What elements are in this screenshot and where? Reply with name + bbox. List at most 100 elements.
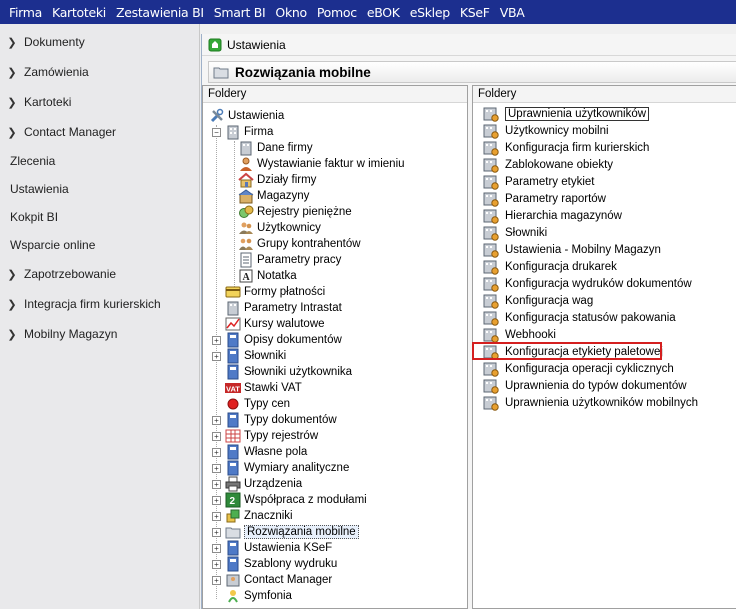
expand-icon[interactable]: + [212, 335, 221, 345]
expand-icon[interactable]: + [212, 415, 221, 425]
sidebar-item-kartoteki[interactable]: ❯ Kartoteki [0, 92, 200, 112]
list-item[interactable]: Konfiguracja drukarek [483, 259, 617, 275]
settings-folder-icon [483, 209, 499, 224]
tree-node-notatka[interactable]: A Notatka [238, 268, 297, 284]
list-item[interactable]: Słowniki [483, 225, 547, 241]
list-item[interactable]: Użytkownicy mobilni [483, 123, 609, 139]
book-icon [227, 540, 239, 556]
expand-icon[interactable]: + [212, 431, 221, 441]
settings-folder-icon [483, 175, 499, 190]
list-item[interactable]: Parametry raportów [483, 191, 606, 207]
person-icon [240, 157, 252, 171]
list-item[interactable]: Konfiguracja firm kurierskich [483, 140, 649, 156]
tree-node-stawki-vat[interactable]: VAT Stawki VAT [225, 380, 302, 396]
expand-icon[interactable]: + [212, 527, 221, 537]
sidebar-item-zamowienia[interactable]: ❯ Zamówienia [0, 62, 200, 82]
menu-kartoteki[interactable]: Kartoteki [47, 5, 111, 20]
tree-node-wystawianie-faktur[interactable]: Wystawianie faktur w imieniu [238, 156, 405, 172]
tree-node-własne-pola[interactable]: + Własne pola [212, 444, 307, 460]
tree-node-urządzenia[interactable]: + Urządzenia [212, 476, 302, 492]
tree-node-parametry-pracy[interactable]: Parametry pracy [238, 252, 341, 268]
tree-node-formy-płatności[interactable]: Formy płatności [225, 284, 325, 300]
folder-tree-pane: Foldery Ustawienia − Firma Dane firmy Wy… [202, 85, 468, 609]
tree-node-szablony-wydruku[interactable]: + Szablony wydruku [212, 556, 337, 572]
list-item[interactable]: Uprawnienia użytkowników [483, 106, 650, 122]
tree-node-rejestry-pieniezne[interactable]: Rejestry pieniężne [238, 204, 352, 220]
expand-icon[interactable]: + [212, 495, 221, 505]
list-item[interactable]: Parametry etykiet [483, 174, 594, 190]
tree-node-typy-cen[interactable]: Typy cen [225, 396, 290, 412]
expand-icon[interactable]: + [212, 575, 221, 585]
list-item[interactable]: Hierarchia magazynów [483, 208, 622, 224]
list-item[interactable]: Uprawnienia do typów dokumentów [483, 378, 687, 394]
tree-node-rozwiązania-mobilne[interactable]: + Rozwiązania mobilne [212, 524, 359, 540]
tree-node-typy-rejestrów[interactable]: + Typy rejestrów [212, 428, 318, 444]
tree-node-znaczniki[interactable]: + Znaczniki [212, 508, 293, 524]
expand-icon[interactable]: + [212, 351, 221, 361]
tree-node-ustawienia[interactable]: Ustawienia [209, 108, 284, 124]
menu-ebok[interactable]: eBOK [362, 5, 405, 20]
list-item[interactable]: Konfiguracja statusów pakowania [483, 310, 676, 326]
sidebar-item-kokpit-bi[interactable]: Kokpit BI [0, 207, 200, 227]
sidebar-item-ustawienia[interactable]: Ustawienia [0, 179, 200, 199]
menu-esklep[interactable]: eSklep [405, 5, 455, 20]
tree-node-opisy-dokumentów[interactable]: + Opisy dokumentów [212, 332, 342, 348]
tree-node-magazyny[interactable]: Magazyny [238, 188, 309, 204]
tree-node-współpraca-z-modułami[interactable]: +2 Współpraca z modułami [212, 492, 367, 508]
tree-node-typy-dokumentów[interactable]: + Typy dokumentów [212, 412, 337, 428]
collapse-icon[interactable]: − [212, 127, 221, 137]
sidebar-item-zlecenia[interactable]: Zlecenia [0, 151, 200, 171]
folder-tree: Ustawienia − Firma Dane firmy Wystawiani… [203, 103, 467, 608]
tree-node-słowniki-użytkownika[interactable]: Słowniki użytkownika [225, 364, 352, 380]
expand-icon[interactable]: + [212, 543, 221, 553]
sidebar-item-mobilny-magazyn[interactable]: ❯ Mobilny Magazyn [0, 324, 200, 344]
list-item[interactable]: Konfiguracja operacji cyklicznych [483, 361, 674, 377]
list-item[interactable]: Webhooki [483, 327, 556, 343]
folder-icon [213, 67, 229, 79]
tree-node-ustawienia-ksef[interactable]: + Ustawienia KSeF [212, 540, 332, 556]
sidebar-item-label: Contact Manager [24, 125, 117, 139]
menu-firma[interactable]: Firma [4, 5, 47, 20]
tree-node-grupy-kontrahentow[interactable]: Grupy kontrahentów [238, 236, 361, 252]
tree-node-kursy-walutowe[interactable]: Kursy walutowe [225, 316, 325, 332]
menu-ksef[interactable]: KSeF [455, 5, 495, 20]
note-icon: A [239, 269, 253, 283]
book-icon [227, 444, 239, 460]
list-item[interactable]: Uprawnienia użytkowników mobilnych [483, 395, 698, 411]
menu-vba[interactable]: VBA [495, 5, 530, 20]
tree-node-dane-firmy[interactable]: Dane firmy [238, 140, 313, 156]
settings-window: Ustawienia Rozwiązania mobilne Foldery U… [201, 34, 736, 609]
expand-icon[interactable]: + [212, 559, 221, 569]
menu-smart-bi[interactable]: Smart BI [209, 5, 271, 20]
list-item[interactable]: Konfiguracja wag [483, 293, 593, 309]
tree-node-dzialy-firmy[interactable]: Działy firmy [238, 172, 316, 188]
menu-zestawienia-bi[interactable]: Zestawienia BI [111, 5, 209, 20]
integration-icon: 2 [225, 492, 241, 508]
list-item[interactable]: Zablokowane obiekty [483, 157, 613, 173]
menu-okno[interactable]: Okno [270, 5, 311, 20]
expand-icon[interactable]: + [212, 463, 221, 473]
sidebar-item-wsparcie-online[interactable]: Wsparcie online [0, 235, 200, 255]
sidebar-item-dokumenty[interactable]: ❯ Dokumenty [0, 32, 200, 52]
chevron-right-icon: ❯ [7, 66, 17, 79]
expand-icon[interactable]: + [212, 447, 221, 457]
sidebar-item-integracja-firm-kurierskich[interactable]: ❯ Integracja firm kurierskich [0, 294, 200, 314]
tree-node-słowniki[interactable]: + Słowniki [212, 348, 286, 364]
tree-node-parametry-intrastat[interactable]: Parametry Intrastat [225, 300, 342, 316]
tree-node-uzytkownicy[interactable]: Użytkownicy [238, 220, 321, 236]
tree-node-wymiary-analityczne[interactable]: + Wymiary analityczne [212, 460, 349, 476]
sidebar-item-contact-manager[interactable]: ❯ Contact Manager [0, 122, 200, 142]
expand-icon[interactable]: + [212, 511, 221, 521]
list-item[interactable]: Ustawienia - Mobilny Magazyn [483, 242, 661, 258]
tree-node-contact-manager[interactable]: + Contact Manager [212, 572, 332, 588]
expand-icon[interactable]: + [212, 479, 221, 489]
settings-folder-icon [483, 158, 499, 173]
sidebar-item-zapotrzebowanie[interactable]: ❯ Zapotrzebowanie [0, 264, 200, 284]
window-titlebar: Ustawienia [202, 34, 736, 56]
menu-pomoc[interactable]: Pomoc [312, 5, 362, 20]
sidebar-item-label: Kartoteki [24, 95, 72, 109]
book-icon [227, 460, 239, 476]
list-item[interactable]: Konfiguracja wydruków dokumentów [483, 276, 692, 292]
tree-node-firma[interactable]: − Firma [212, 124, 273, 140]
tree-node-symfonia[interactable]: Symfonia [225, 588, 292, 604]
